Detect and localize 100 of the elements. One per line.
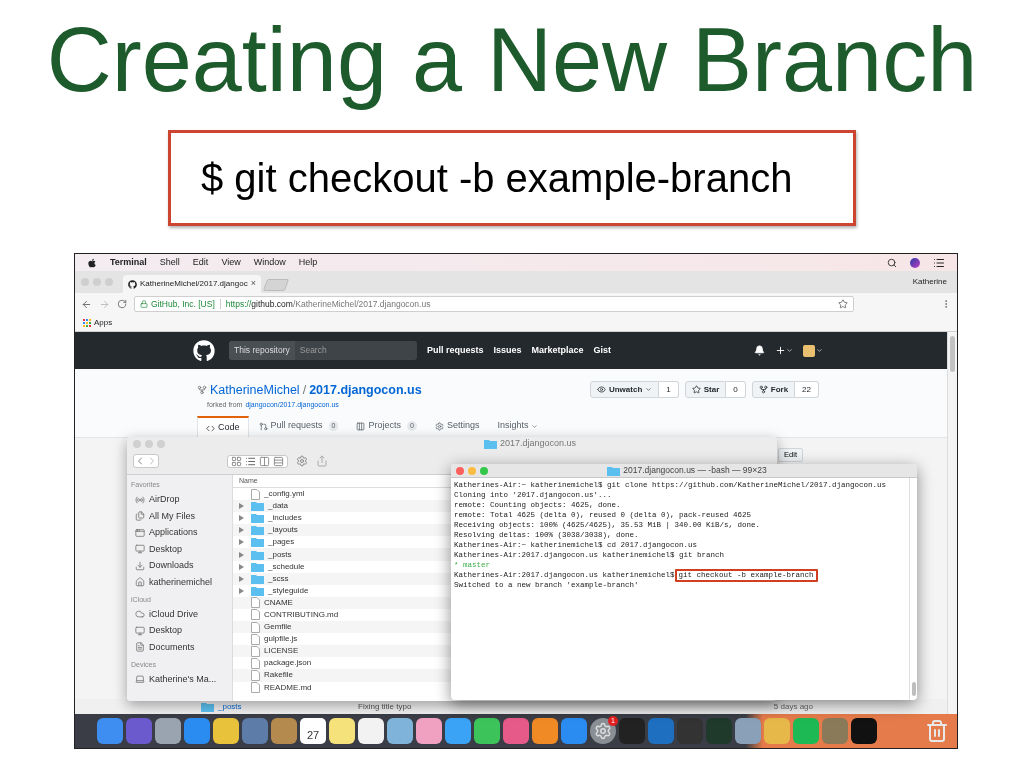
repo-tab[interactable]: Settings — [426, 415, 488, 437]
sidebar-item[interactable]: iCloud Drive — [131, 606, 228, 623]
command-text: $ git checkout -b example-branch — [201, 155, 793, 202]
profile-name[interactable]: Katherine — [912, 276, 947, 288]
icon-view-icon[interactable] — [231, 455, 242, 467]
file-name[interactable]: _scss — [268, 572, 289, 585]
github-logo-icon[interactable] — [193, 339, 215, 362]
app-icon[interactable] — [155, 718, 181, 744]
calendar-icon[interactable]: 27 — [300, 718, 326, 744]
app-icon[interactable] — [329, 718, 355, 744]
repo-tab[interactable]: Code — [197, 416, 249, 438]
address-bar[interactable]: GitHub, Inc. [US] https://github.com/KatherineMichel/2017.djangocon.us — [134, 296, 854, 312]
repo-action-button[interactable]: Unwatch — [589, 381, 660, 398]
code-icon — [206, 423, 215, 433]
repo-link[interactable]: 2017.djangocon.us — [309, 381, 422, 400]
sidebar-icon — [135, 674, 145, 685]
action-icon[interactable] — [296, 455, 308, 467]
reload-icon[interactable] — [117, 299, 127, 309]
repo-tab[interactable]: Insights — [489, 415, 547, 437]
menu-item[interactable]: Help — [298, 255, 318, 270]
nav-link[interactable]: Gist — [593, 343, 612, 358]
tab-title: KatherineMichel/2017.djangoc — [140, 278, 248, 290]
action-count[interactable]: 1 — [659, 381, 679, 398]
file-name[interactable]: _posts — [268, 548, 292, 561]
file-link[interactable]: _posts — [218, 700, 358, 713]
file-name[interactable]: CNAME — [264, 596, 293, 609]
apple-icon[interactable] — [87, 257, 97, 268]
search-field[interactable]: This repository Search — [229, 341, 417, 360]
file-name[interactable]: CONTRIBUTING.md — [264, 609, 339, 621]
notification-center-icon[interactable] — [933, 256, 945, 269]
lock-icon — [140, 300, 148, 308]
file-name[interactable]: LICENSE — [264, 645, 299, 658]
gallery-view-icon[interactable] — [273, 455, 284, 467]
nav-link[interactable]: Marketplace — [531, 343, 584, 358]
sidebar-item[interactable]: Documents — [131, 639, 228, 656]
menu-item[interactable]: View — [221, 255, 241, 270]
plus-icon[interactable] — [775, 345, 786, 356]
close-button[interactable] — [456, 466, 464, 475]
file-name[interactable]: gulpfile.js — [264, 633, 298, 646]
avatar[interactable] — [803, 344, 815, 357]
sidebar-item[interactable]: Desktop — [131, 622, 228, 639]
file-name[interactable]: Gemfile — [264, 621, 292, 634]
app-icon[interactable] — [532, 718, 558, 744]
fork-icon — [197, 385, 207, 396]
gear-icon — [434, 421, 444, 431]
sidebar-item[interactable]: Katherine's Ma... — [131, 671, 228, 688]
file-name[interactable]: package.json — [264, 657, 312, 670]
nav-link[interactable]: Issues — [493, 343, 522, 358]
github-icon — [128, 279, 137, 289]
file-name[interactable]: _data — [268, 500, 289, 513]
repo-action-button[interactable]: Fork — [751, 381, 796, 398]
commit-message[interactable]: Fixing title typo — [358, 700, 412, 713]
action-count[interactable]: 22 — [795, 381, 819, 398]
file-name[interactable]: _layouts — [268, 524, 298, 537]
nav-link[interactable]: Pull requests — [427, 343, 484, 358]
file-name[interactable]: _schedule — [268, 560, 305, 573]
search-icon[interactable] — [887, 257, 897, 268]
menu-item[interactable]: Edit — [192, 255, 209, 270]
bookmark[interactable]: Apps — [94, 317, 113, 329]
forward-icon[interactable] — [99, 298, 110, 310]
back-icon[interactable] — [81, 298, 92, 310]
column-view-icon[interactable] — [259, 455, 270, 467]
sidebar-item[interactable]: katherinemichel — [131, 574, 228, 591]
menu-item[interactable]: Window — [253, 255, 286, 270]
trash-icon[interactable] — [925, 719, 949, 743]
sidebar-item[interactable]: Desktop — [131, 541, 228, 558]
sidebar-item[interactable]: AirDrop — [131, 491, 228, 508]
app-icon[interactable] — [213, 718, 239, 744]
share-icon[interactable] — [316, 455, 328, 467]
list-view-icon[interactable] — [245, 455, 256, 467]
sidebar-item[interactable]: Downloads — [131, 557, 228, 574]
app-icon[interactable] — [851, 718, 877, 744]
file-name[interactable]: _includes — [268, 512, 302, 525]
siri-icon[interactable] — [910, 257, 920, 268]
file-name[interactable]: README.md — [264, 681, 312, 694]
file-name[interactable]: _config.yml — [264, 488, 305, 501]
sidebar-item[interactable]: Applications — [131, 524, 228, 541]
app-icon[interactable] — [358, 718, 384, 744]
file-name[interactable]: _styleguide — [268, 584, 309, 597]
file-name[interactable]: Rakefile — [264, 669, 293, 682]
zoom-button[interactable] — [480, 466, 488, 475]
bookmark-star-icon[interactable] — [838, 299, 848, 309]
bell-icon[interactable] — [754, 345, 765, 356]
close-tab-button[interactable]: × — [250, 277, 256, 291]
commit-age: 5 days ago — [773, 700, 813, 713]
menu-item[interactable]: Shell — [159, 255, 180, 270]
app-icon[interactable] — [416, 718, 442, 744]
browser-tab[interactable]: KatherineMichel/2017.djangoc × — [123, 275, 261, 293]
action-count[interactable]: 0 — [726, 381, 746, 398]
app-icon[interactable] — [445, 718, 471, 744]
search-placeholder: Search — [298, 344, 328, 357]
menu-item[interactable]: Terminal — [110, 255, 147, 270]
sidebar-item[interactable]: All My Files — [131, 508, 228, 525]
caret-icon[interactable] — [816, 347, 823, 354]
owner-link[interactable]: KatherineMichel — [210, 381, 300, 400]
caret-icon[interactable] — [786, 347, 793, 354]
repo-action-button[interactable]: Star — [684, 381, 727, 398]
file-name[interactable]: _pages — [268, 536, 295, 549]
app-icon[interactable] — [387, 718, 413, 744]
app-icon[interactable] — [474, 718, 500, 744]
